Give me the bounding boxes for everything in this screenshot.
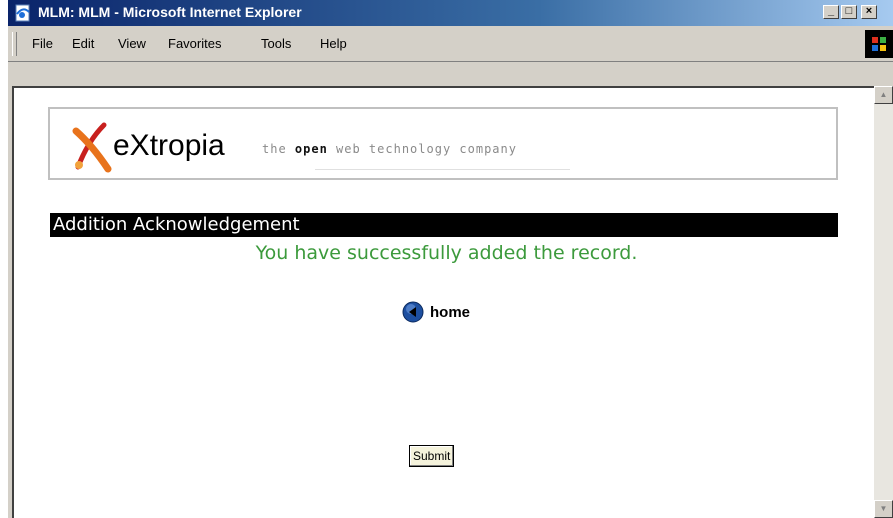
- ie-page-icon: [15, 4, 30, 22]
- brand-wordmark: eXtropia: [113, 129, 225, 162]
- minimize-glyph: _: [827, 5, 835, 17]
- toolbar-grip[interactable]: [12, 32, 17, 56]
- scroll-down-button[interactable]: ▼: [874, 500, 893, 518]
- section-header-bar: Addition Acknowledgement: [50, 213, 838, 237]
- menu-tools[interactable]: Tools: [261, 36, 291, 51]
- logo-banner: eXtropia the open web technology company: [48, 107, 838, 180]
- back-arrow-circle-icon: [402, 301, 424, 323]
- scroll-up-button[interactable]: ▲: [874, 86, 893, 104]
- success-message: You have successfully added the record.: [255, 242, 638, 264]
- menu-favorites[interactable]: Favorites: [168, 36, 221, 51]
- close-glyph: ×: [865, 5, 873, 17]
- menu-help[interactable]: Help: [320, 36, 347, 51]
- window-titlebar[interactable]: MLM: MLM - Microsoft Internet Explorer _…: [8, 0, 893, 26]
- window-title: MLM: MLM - Microsoft Internet Explorer: [38, 4, 302, 20]
- extropia-x-logo-icon: [72, 122, 112, 173]
- vertical-scrollbar[interactable]: ▲ ▼: [874, 86, 893, 518]
- home-link[interactable]: home: [402, 301, 470, 323]
- section-title: Addition Acknowledgement: [53, 214, 300, 235]
- tagline-divider: [315, 169, 570, 170]
- windows-logo-icon: [865, 30, 893, 58]
- brand-tagline: the open web technology company: [262, 142, 517, 156]
- close-button[interactable]: ×: [861, 5, 877, 19]
- maximize-button[interactable]: □: [841, 5, 857, 19]
- menu-bar: File Edit View Favorites Tools Help: [8, 26, 893, 62]
- maximize-glyph: □: [845, 5, 853, 17]
- submit-button[interactable]: Submit: [409, 445, 455, 467]
- minimize-button[interactable]: _: [823, 5, 839, 19]
- menu-file[interactable]: File: [32, 36, 53, 51]
- tagline-prefix: the: [262, 142, 295, 156]
- home-link-label: home: [430, 303, 471, 321]
- menu-edit[interactable]: Edit: [72, 36, 94, 51]
- menu-view[interactable]: View: [118, 36, 146, 51]
- tagline-suffix: web technology company: [327, 142, 517, 156]
- tagline-open: open: [294, 142, 328, 156]
